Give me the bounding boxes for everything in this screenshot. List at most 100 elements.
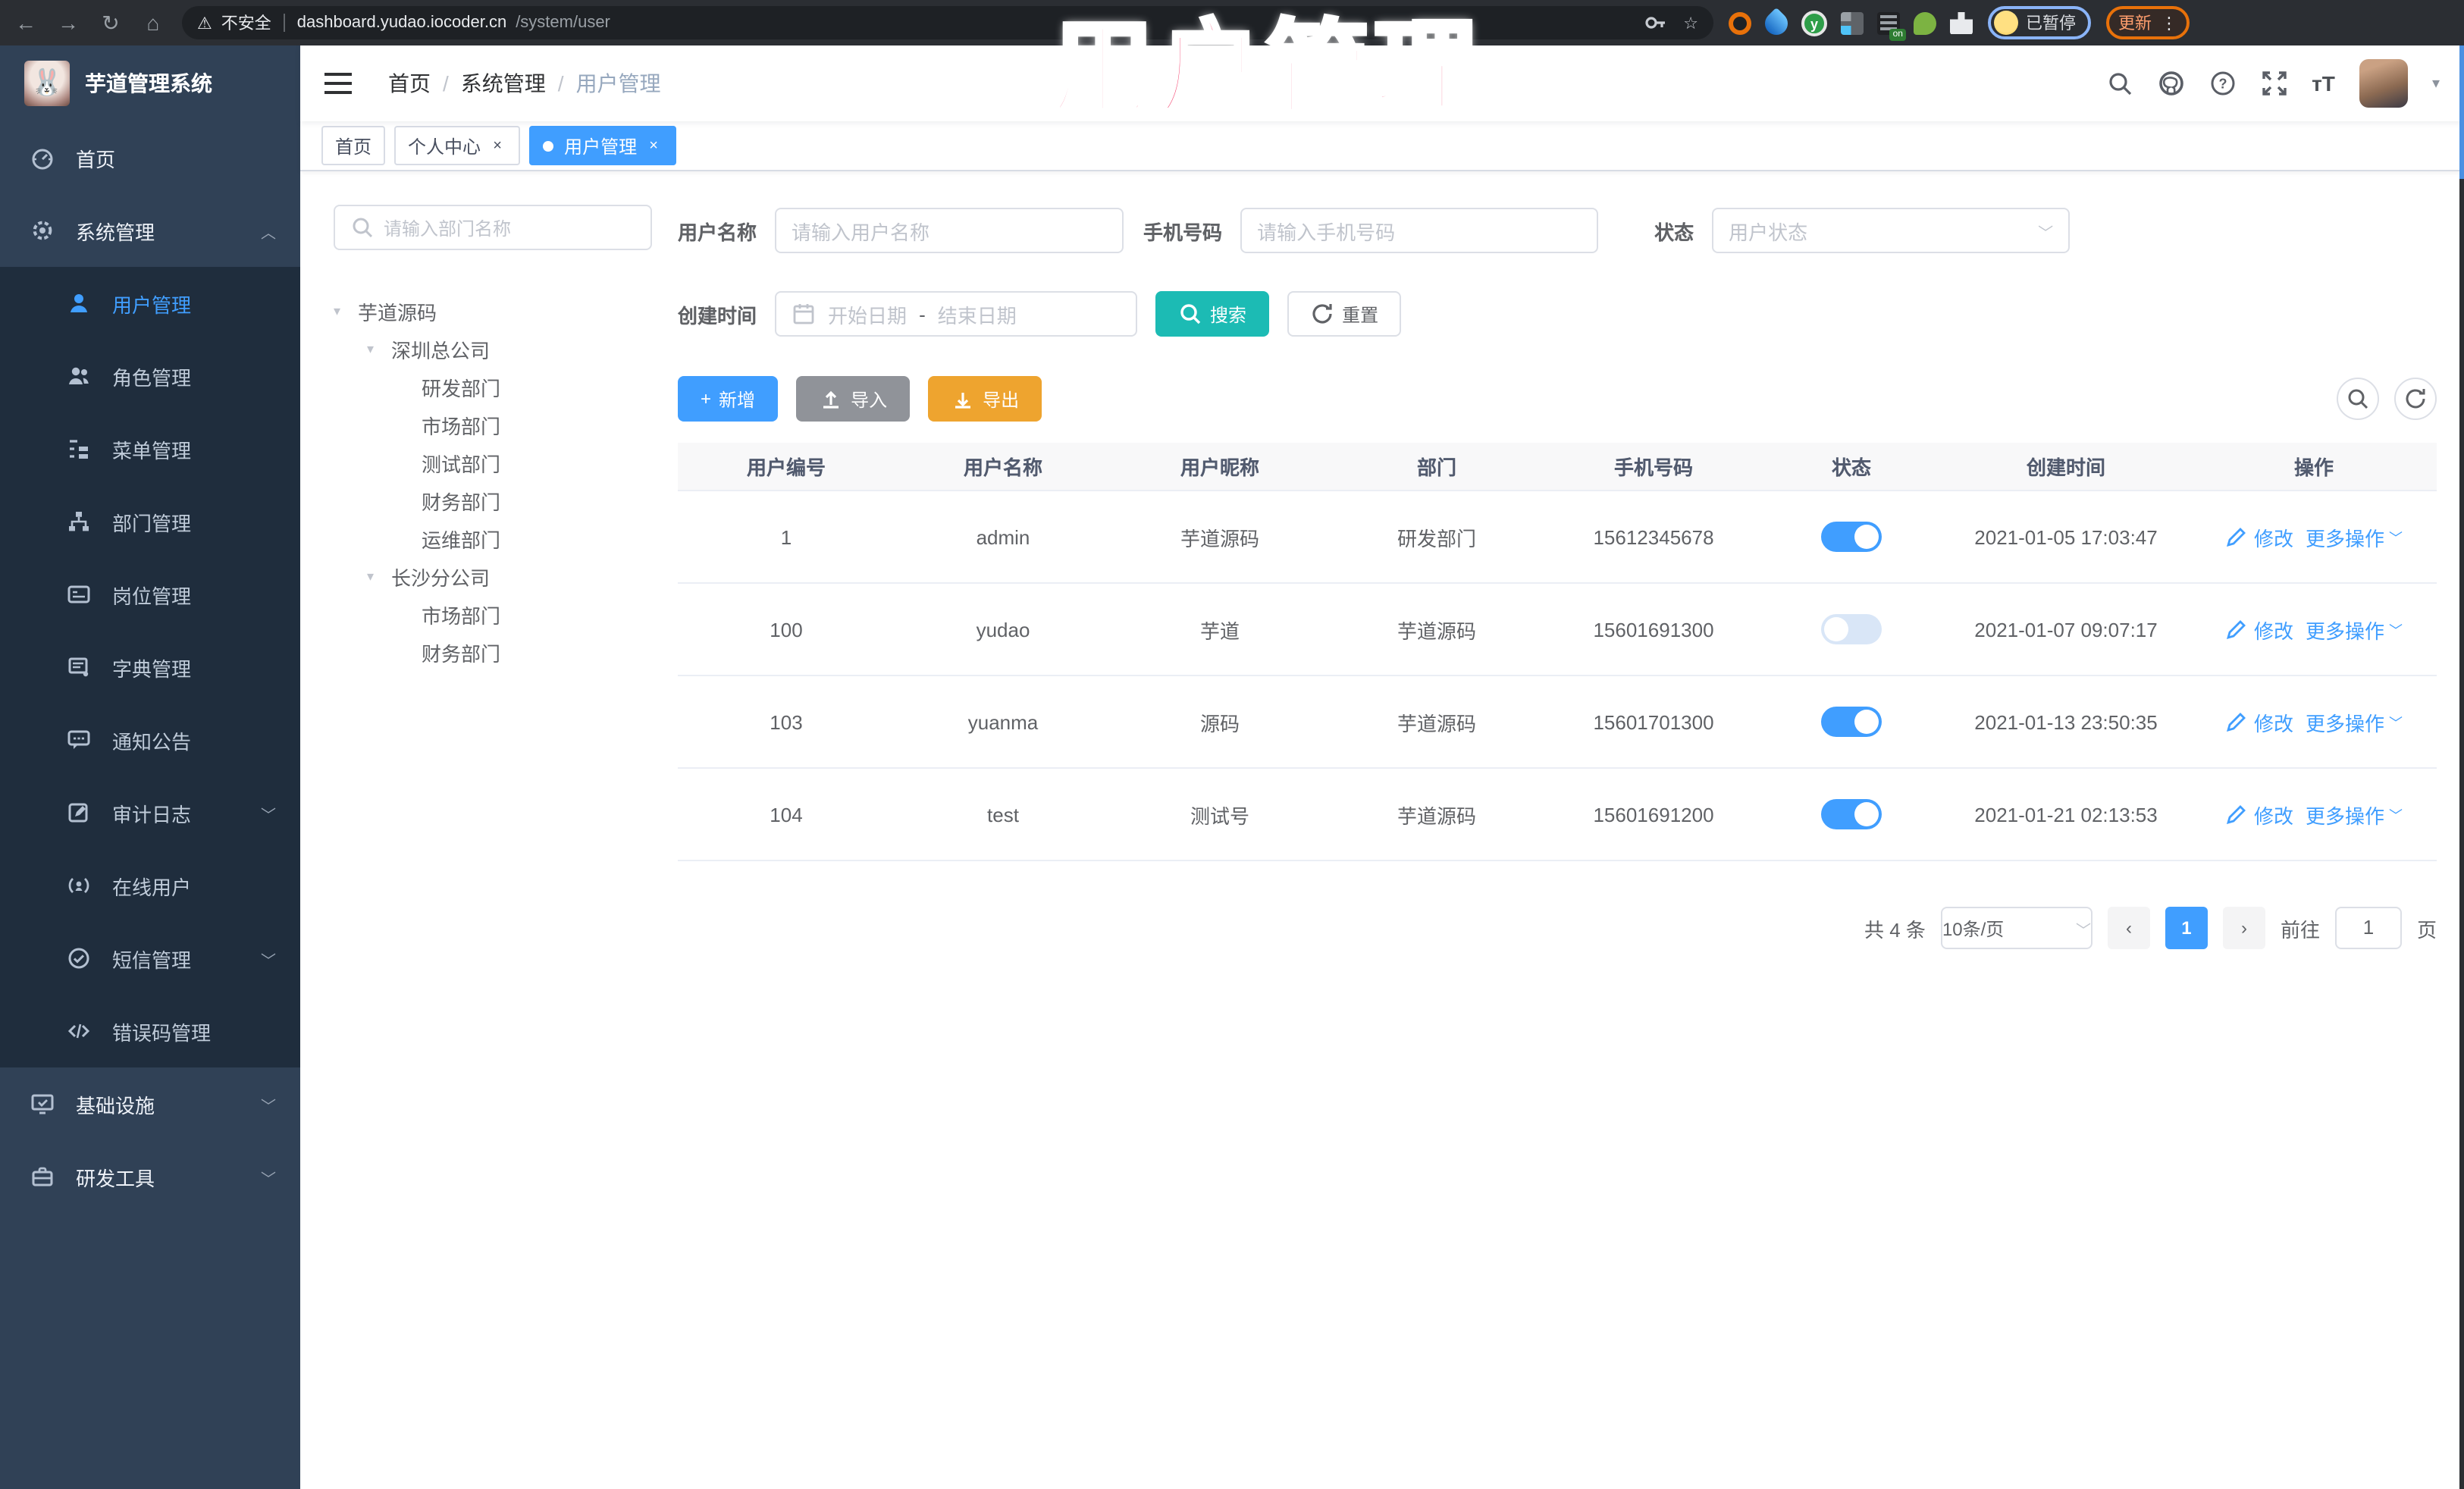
username-input[interactable]: 请输入用户名称 (775, 208, 1124, 253)
user-table: 用户编号 用户名称 用户昵称 部门 手机号码 状态 创建时间 操作 1 admi… (678, 443, 2437, 861)
password-key-icon[interactable] (1644, 11, 1668, 35)
prev-page-button[interactable]: ‹ (2107, 907, 2150, 949)
github-icon[interactable] (2157, 70, 2184, 97)
extension-squares-icon[interactable] (1841, 11, 1864, 34)
tree-node[interactable]: 财务部门 (334, 634, 652, 672)
browser-menu-kebab-icon[interactable]: ⋮ (2161, 13, 2177, 33)
browser-forward-icon[interactable]: → (55, 11, 82, 35)
tree-node[interactable]: ▾ 芋道源码 (334, 293, 652, 331)
tree-caret-icon[interactable]: ▾ (367, 569, 382, 585)
user-avatar[interactable] (2359, 59, 2408, 108)
export-button[interactable]: 导出 (928, 376, 1042, 422)
extension-switch-icon[interactable]: on (1877, 11, 1906, 40)
search-button[interactable]: 搜索 (1155, 291, 1270, 337)
status-toggle[interactable] (1821, 522, 1882, 552)
sidebar-item-home[interactable]: 首页 (0, 121, 300, 194)
sidebar-item-system[interactable]: 系统管理 ︿ (0, 194, 300, 267)
browser-reload-icon[interactable]: ↻ (97, 10, 124, 36)
status-toggle[interactable] (1821, 707, 1882, 737)
tree-node[interactable]: 财务部门 (334, 482, 652, 520)
tree-node[interactable]: 市场部门 (334, 406, 652, 444)
sidebar-item-infrastructure[interactable]: 基础设施 ﹀ (0, 1067, 300, 1140)
browser-back-icon[interactable]: ← (12, 11, 39, 35)
refresh-table-button[interactable] (2394, 378, 2437, 420)
edit-link[interactable]: 修改 (2225, 615, 2293, 644)
dept-search-input[interactable]: 请输入部门名称 (334, 205, 652, 250)
mobile-input[interactable]: 请输入手机号码 (1240, 208, 1599, 253)
scrollbar-thumb[interactable] (2459, 45, 2464, 179)
sidebar-item-label: 短信管理 (112, 948, 192, 971)
table-toolbar: + 新增 导入 导出 (678, 376, 2437, 422)
sidebar-item-user-mgmt[interactable]: 用户管理 (0, 267, 300, 340)
tree-node[interactable]: ▾ 深圳总公司 (334, 331, 652, 368)
avatar-caret-icon[interactable]: ▾ (2432, 75, 2440, 92)
extensions-puzzle-icon[interactable] (1950, 11, 1973, 34)
sidebar-item-dev-tools[interactable]: 研发工具 ﹀ (0, 1140, 300, 1213)
goto-page-input[interactable]: 1 (2334, 907, 2402, 949)
more-actions-link[interactable]: 更多操作 ﹀ (2306, 615, 2403, 644)
extension-pen-icon[interactable] (1914, 11, 1936, 34)
extension-blue-gem-icon[interactable] (1760, 6, 1793, 39)
status-select[interactable]: 用户状态 ﹀ (1712, 208, 2071, 253)
edit-link[interactable]: 修改 (2225, 800, 2293, 829)
sidebar-item-dept-mgmt[interactable]: 部门管理 (0, 485, 300, 558)
tree-node[interactable]: 研发部门 (334, 368, 652, 406)
sidebar-item-error-code[interactable]: 错误码管理 (0, 995, 300, 1067)
close-icon[interactable]: × (644, 137, 663, 154)
breadcrumb-home[interactable]: 首页 (388, 68, 431, 99)
people-icon (67, 364, 91, 388)
sidebar-item-notice[interactable]: 通知公告 (0, 704, 300, 776)
show-search-button[interactable] (2337, 378, 2379, 420)
tab-user-mgmt[interactable]: 用户管理 × (529, 126, 677, 165)
edit-link[interactable]: 修改 (2225, 707, 2293, 736)
sidebar-item-label: 首页 (76, 148, 116, 171)
tree-node[interactable]: 市场部门 (334, 596, 652, 634)
sidebar-item-role-mgmt[interactable]: 角色管理 (0, 340, 300, 412)
tree-node[interactable]: 测试部门 (334, 444, 652, 482)
sidebar-item-post-mgmt[interactable]: 岗位管理 (0, 558, 300, 631)
sidebar-item-online-users[interactable]: 在线用户 (0, 849, 300, 922)
help-icon[interactable]: ? (2209, 70, 2236, 97)
extension-green-y-icon[interactable]: y (1801, 10, 1827, 36)
tab-home[interactable]: 首页 (321, 126, 386, 165)
status-toggle[interactable] (1821, 799, 1882, 829)
download-icon (955, 393, 971, 409)
sidebar-item-dict-mgmt[interactable]: 字典管理 (0, 631, 300, 704)
date-range-input[interactable]: 开始日期 - 结束日期 (775, 291, 1138, 337)
page-content: 请输入部门名称 ▾ 芋道源码 ▾ 深圳总公司 研发部门 市场部门 测试部门 财务部门… (300, 171, 2464, 1489)
breadcrumb-system[interactable]: 系统管理 (461, 68, 546, 99)
tree-node[interactable]: 运维部门 (334, 520, 652, 558)
fullscreen-icon[interactable] (2260, 70, 2287, 97)
tree-node[interactable]: ▾ 长沙分公司 (334, 558, 652, 596)
edit-link[interactable]: 修改 (2225, 522, 2293, 551)
add-button[interactable]: + 新增 (678, 376, 779, 422)
bookmark-star-icon[interactable]: ☆ (1683, 13, 1698, 33)
sidebar-collapse-icon[interactable] (324, 73, 352, 94)
window-scrollbar[interactable] (2459, 45, 2464, 1489)
sidebar-item-menu-mgmt[interactable]: 菜单管理 (0, 412, 300, 485)
status-toggle[interactable] (1821, 614, 1882, 644)
more-actions-link[interactable]: 更多操作 ﹀ (2306, 522, 2403, 551)
address-bar[interactable]: ⚠ 不安全 dashboard.yudao.iocoder.cn /system… (182, 6, 1713, 39)
more-actions-link[interactable]: 更多操作 ﹀ (2306, 800, 2403, 829)
import-button[interactable]: 导入 (796, 376, 911, 422)
close-icon[interactable]: × (488, 137, 506, 154)
page-size-select[interactable]: 10条/页 ﹀ (1940, 907, 2093, 949)
font-size-icon[interactable]: тT (2312, 71, 2335, 96)
sidebar-item-sms-mgmt[interactable]: 短信管理 ﹀ (0, 922, 300, 995)
tab-profile[interactable]: 个人中心 × (394, 126, 521, 165)
tree-caret-icon[interactable]: ▾ (367, 341, 382, 358)
page-1-button[interactable]: 1 (2165, 907, 2208, 949)
sidebar-item-audit-log[interactable]: 审计日志 ﹀ (0, 776, 300, 849)
app-logo[interactable]: 🐰 芋道管理系统 (0, 45, 300, 121)
more-actions-link[interactable]: 更多操作 ﹀ (2306, 707, 2403, 736)
reset-button[interactable]: 重置 (1287, 291, 1402, 337)
browser-home-icon[interactable]: ⌂ (140, 11, 167, 35)
browser-update-button[interactable]: 更新 ⋮ (2106, 6, 2190, 39)
browser-profile-chip[interactable]: 已暂停 (1988, 6, 2091, 39)
search-icon[interactable] (2105, 70, 2133, 97)
next-page-button[interactable]: › (2222, 907, 2265, 949)
extension-orange-icon[interactable] (1729, 11, 1751, 34)
username-label: 用户名称 (678, 221, 757, 243)
tree-caret-icon[interactable]: ▾ (334, 303, 349, 320)
